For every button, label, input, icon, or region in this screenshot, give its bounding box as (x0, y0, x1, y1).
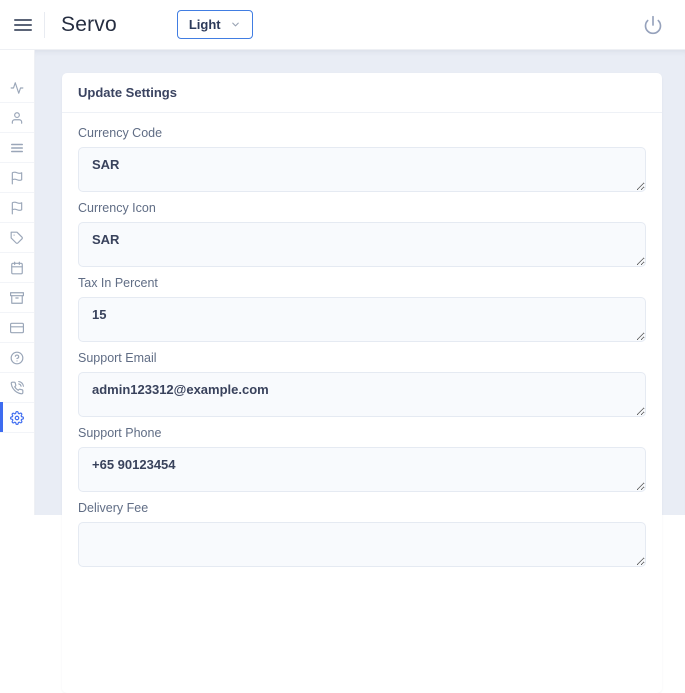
credit-card-icon (10, 321, 24, 335)
sidebar-item-flag-2[interactable] (0, 193, 34, 223)
field-delivery-fee: Delivery Fee (78, 501, 646, 567)
sidebar-item-help[interactable] (0, 343, 34, 373)
delivery-fee-label: Delivery Fee (78, 501, 646, 515)
list-icon (10, 141, 24, 155)
top-header: Servo Light (0, 0, 685, 50)
icon-sidebar (0, 50, 35, 515)
calendar-icon (10, 261, 24, 275)
update-settings-card: Update Settings Currency Code SAR Curren… (62, 73, 662, 693)
field-tax-in-percent: Tax In Percent 15 (78, 276, 646, 342)
sidebar-item-tag[interactable] (0, 223, 34, 253)
card-header: Update Settings (62, 73, 662, 113)
logout-power-button[interactable] (643, 15, 663, 35)
flag-icon (10, 171, 24, 185)
theme-dropdown-value: Light (189, 17, 221, 32)
sidebar-item-credit-card[interactable] (0, 313, 34, 343)
main-content: Update Settings Currency Code SAR Curren… (35, 50, 685, 515)
app-brand: Servo (61, 13, 117, 37)
card-body: Currency Code SAR Currency Icon SAR Tax … (62, 113, 662, 606)
phone-call-icon (10, 381, 24, 395)
package-icon (10, 291, 24, 305)
sidebar-item-phone[interactable] (0, 373, 34, 403)
support-phone-label: Support Phone (78, 426, 646, 440)
currency-code-input[interactable]: SAR (78, 147, 646, 192)
chevron-down-icon (230, 19, 241, 30)
field-support-phone: Support Phone +65 90123454 (78, 426, 646, 492)
sidebar-item-package[interactable] (0, 283, 34, 313)
user-icon (10, 111, 24, 125)
sidebar-item-calendar[interactable] (0, 253, 34, 283)
help-circle-icon (10, 351, 24, 365)
currency-icon-input[interactable]: SAR (78, 222, 646, 267)
support-email-label: Support Email (78, 351, 646, 365)
sidebar-item-flag-1[interactable] (0, 163, 34, 193)
support-email-input[interactable]: admin123312@example.com (78, 372, 646, 417)
sidebar-item-activity[interactable] (0, 73, 34, 103)
activity-icon (10, 81, 24, 95)
support-phone-input[interactable]: +65 90123454 (78, 447, 646, 492)
power-icon (643, 15, 663, 35)
sidebar-item-settings[interactable] (0, 403, 34, 433)
field-support-email: Support Email admin123312@example.com (78, 351, 646, 417)
field-currency-code: Currency Code SAR (78, 126, 646, 192)
flag-icon (10, 201, 24, 215)
field-currency-icon: Currency Icon SAR (78, 201, 646, 267)
delivery-fee-input[interactable] (78, 522, 646, 567)
currency-code-label: Currency Code (78, 126, 646, 140)
page-title: Update Settings (78, 85, 646, 100)
sidebar-item-user[interactable] (0, 103, 34, 133)
tax-in-percent-label: Tax In Percent (78, 276, 646, 290)
theme-dropdown[interactable]: Light (177, 10, 253, 39)
header-divider (44, 12, 45, 38)
tag-icon (10, 231, 24, 245)
tax-in-percent-input[interactable]: 15 (78, 297, 646, 342)
sidebar-item-list[interactable] (0, 133, 34, 163)
settings-icon (10, 411, 24, 425)
currency-icon-label: Currency Icon (78, 201, 646, 215)
hamburger-menu-icon[interactable] (14, 14, 32, 36)
